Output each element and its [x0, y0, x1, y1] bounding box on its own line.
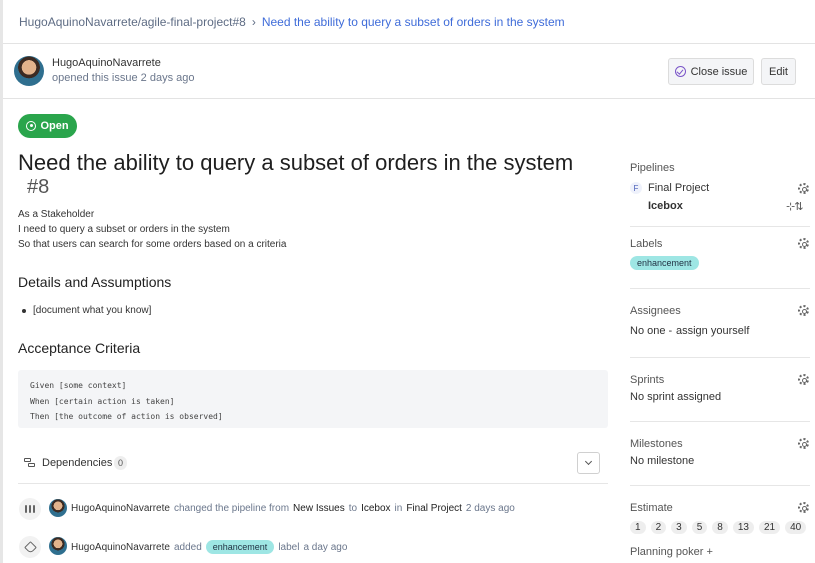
- close-issue-button[interactable]: Close issue: [668, 58, 754, 85]
- breadcrumb-issue-link[interactable]: Need the ability to query a subset of or…: [262, 15, 565, 29]
- planning-poker-link[interactable]: Planning poker +: [630, 546, 713, 558]
- acceptance-heading: Acceptance Criteria: [18, 340, 141, 356]
- divider: [630, 421, 810, 422]
- edit-button[interactable]: Edit: [761, 58, 796, 85]
- activity-from-pipeline: New Issues: [293, 503, 345, 514]
- description-line: As a Stakeholder: [18, 209, 95, 220]
- left-edge-strip: [0, 0, 3, 563]
- assign-yourself-link[interactable]: assign yourself: [676, 325, 749, 337]
- code-line: When [certain action is taken]: [30, 396, 175, 406]
- avatar[interactable]: [49, 537, 67, 555]
- breadcrumb: HugoAquinoNavarrete/agile-final-project#…: [19, 15, 565, 29]
- estimate-chip[interactable]: 40: [785, 521, 807, 534]
- assignees-value: No one -: [630, 325, 673, 337]
- estimate-chip[interactable]: 1: [630, 521, 646, 534]
- gear-icon[interactable]: [798, 183, 809, 194]
- issue-open-icon: [26, 121, 37, 131]
- activity-user[interactable]: HugoAquinoNavarrete: [71, 542, 170, 553]
- avatar[interactable]: [14, 56, 44, 86]
- activity-to-pipeline: Icebox: [361, 503, 391, 514]
- activity-text: label: [278, 541, 300, 553]
- sprints-value: No sprint assigned: [630, 391, 722, 403]
- pin-and-move-icon[interactable]: ⊹⇅: [786, 200, 803, 213]
- estimate-chip[interactable]: 3: [671, 521, 687, 534]
- gear-icon[interactable]: [798, 438, 809, 449]
- activity-user[interactable]: HugoAquinoNavarrete: [71, 503, 170, 514]
- issue-title: Need the ability to query a subset of or…: [18, 150, 574, 175]
- workspace-badge: F: [630, 182, 642, 194]
- estimate-chip[interactable]: 21: [758, 521, 781, 534]
- divider: [3, 43, 815, 44]
- milestones-value: No milestone: [630, 455, 695, 467]
- gear-icon[interactable]: [798, 502, 809, 513]
- estimate-options: 1 2 3 5 8 13 21 40: [630, 521, 807, 534]
- divider: [3, 98, 815, 99]
- estimate-chip[interactable]: 13: [732, 521, 754, 534]
- close-issue-label: Close issue: [690, 65, 748, 78]
- labels-title: Labels: [630, 238, 663, 250]
- dependencies-icon: [24, 458, 35, 467]
- pipelines-title: Pipelines: [630, 162, 675, 174]
- activity-item: HugoAquinoNavarrete added enhancement la…: [71, 540, 347, 554]
- status-badge: Open: [18, 114, 77, 138]
- dependencies-count: 0: [114, 456, 128, 470]
- chevron-down-icon[interactable]: [577, 452, 600, 474]
- pipelines-workspace: Final Project: [648, 182, 710, 194]
- pipeline-icon: [19, 498, 41, 520]
- bullet-icon: [22, 308, 26, 313]
- code-block: Given [some context] When [certain actio…: [18, 370, 608, 428]
- avatar[interactable]: [49, 499, 67, 517]
- milestones-title: Milestones: [630, 438, 683, 450]
- estimate-chip[interactable]: 8: [712, 521, 728, 534]
- author-subtitle: opened this issue 2 days ago: [52, 72, 195, 84]
- activity-item: HugoAquinoNavarrete changed the pipeline…: [71, 503, 515, 514]
- list-item-text: [document what you know]: [33, 305, 152, 316]
- divider: [630, 226, 810, 227]
- assignees-title: Assignees: [630, 305, 681, 317]
- dependencies-label[interactable]: Dependencies: [42, 457, 112, 469]
- activity-time: 2 days ago: [465, 503, 515, 514]
- issue-number: #8: [27, 176, 50, 198]
- details-heading: Details and Assumptions: [18, 274, 172, 290]
- divider: [630, 357, 810, 358]
- description-line: So that users can search for some orders…: [18, 239, 287, 250]
- sprints-title: Sprints: [630, 374, 665, 386]
- activity-text: changed the pipeline from: [173, 503, 290, 514]
- estimate-title: Estimate: [630, 502, 673, 514]
- gear-icon[interactable]: [798, 374, 809, 385]
- breadcrumb-repo-link[interactable]: HugoAquinoNavarrete/agile-final-project#…: [19, 15, 246, 29]
- edit-label: Edit: [769, 65, 788, 78]
- list-item: [document what you know]: [22, 305, 151, 316]
- activity-text: in: [394, 503, 403, 514]
- code-line: Then [the outcome of action is observed]: [30, 412, 223, 421]
- divider: [630, 288, 810, 289]
- check-circle-icon: [674, 66, 686, 77]
- description-line: I need to query a subset or orders in th…: [18, 224, 230, 235]
- pipelines-value[interactable]: Icebox: [648, 200, 683, 212]
- activity-text: added: [173, 541, 202, 553]
- gear-icon[interactable]: [798, 305, 809, 316]
- author-name[interactable]: HugoAquinoNavarrete: [52, 57, 161, 69]
- status-label: Open: [40, 120, 69, 132]
- label-icon: [19, 536, 41, 558]
- label-pill[interactable]: enhancement: [630, 256, 699, 270]
- activity-time: a day ago: [303, 541, 348, 553]
- gear-icon[interactable]: [798, 238, 809, 249]
- label-pill[interactable]: enhancement: [205, 540, 275, 554]
- activity-workspace: Final Project: [406, 503, 462, 514]
- estimate-chip[interactable]: 5: [691, 521, 708, 534]
- divider: [630, 485, 810, 486]
- chevron-right-icon: ›: [251, 15, 256, 29]
- estimate-chip[interactable]: 2: [650, 521, 667, 534]
- activity-text: to: [348, 503, 358, 514]
- divider: [18, 483, 608, 484]
- code-line: Given [some context]: [30, 381, 127, 390]
